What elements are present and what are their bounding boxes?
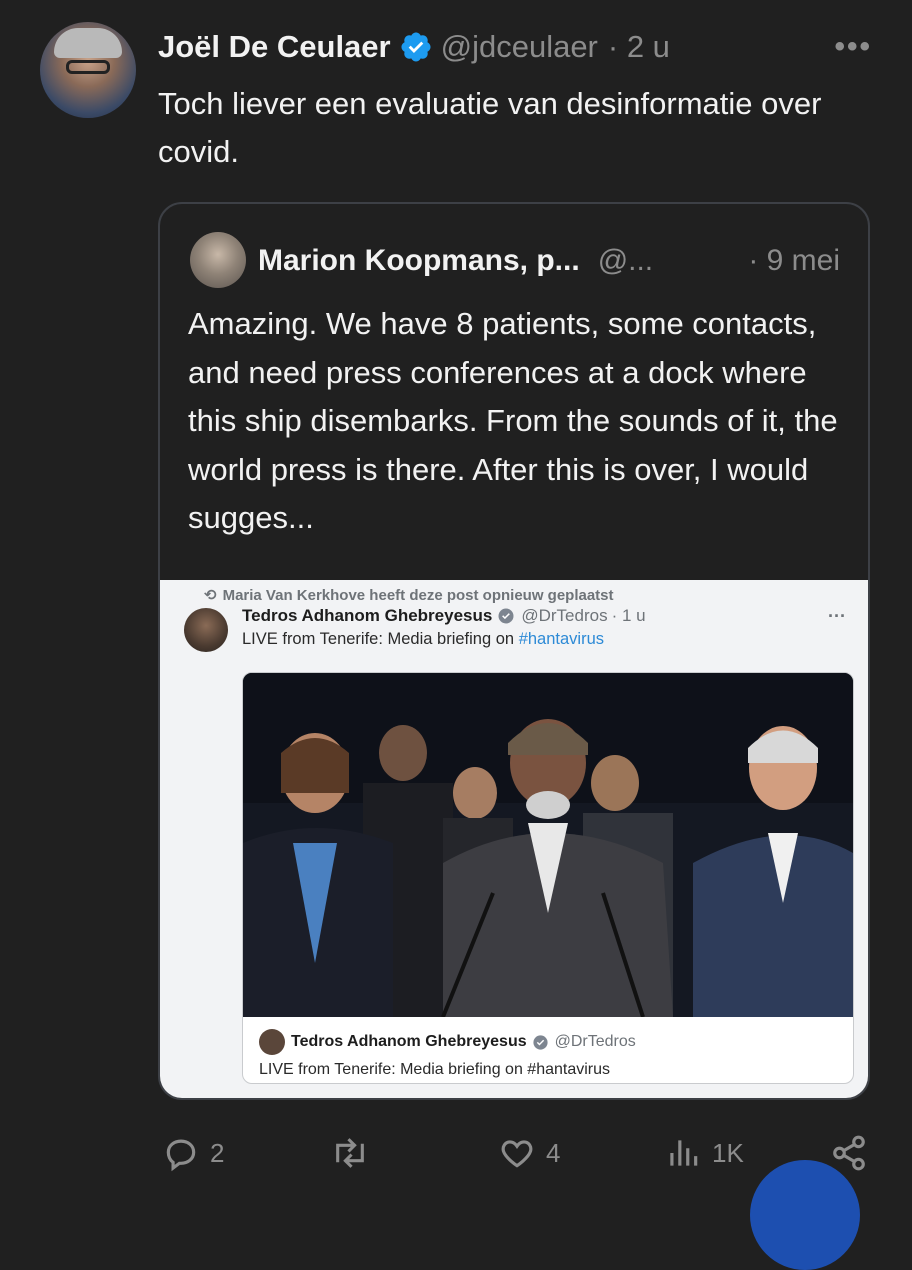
- share-button[interactable]: [830, 1134, 878, 1172]
- link-card-header: Tedros Adhanom Ghebreyesus @DrTedros: [259, 1029, 636, 1055]
- analytics-icon: [670, 1140, 698, 1166]
- embedded-screenshot[interactable]: ⟲ Maria Van Kerkhove heeft deze post opni…: [160, 580, 868, 1098]
- tweet-header: Joël De Ceulaer @jdceulaer · 2 u: [158, 22, 882, 72]
- tweet-text: Toch liever een evaluatie van desinforma…: [158, 86, 822, 169]
- link-card-handle: @DrTedros: [554, 1033, 636, 1050]
- quoted-text: Amazing. We have 8 patients, some contac…: [188, 306, 838, 535]
- avatar-hair: [54, 28, 122, 58]
- author-name[interactable]: Joël De Ceulaer: [158, 29, 391, 65]
- repost-button[interactable]: [330, 1134, 380, 1172]
- reply-button[interactable]: 2: [162, 1134, 224, 1172]
- press-briefing-photo: [243, 673, 853, 1017]
- repost-line-text: Maria Van Kerkhove heeft deze post opnie…: [222, 587, 614, 604]
- repost-icon: [336, 1138, 364, 1168]
- link-card-text: LIVE from Tenerife: Media briefing on #h…: [259, 1061, 611, 1078]
- embedded-avatar: [184, 608, 228, 652]
- repost-small-icon: ⟲: [204, 587, 217, 604]
- views-button[interactable]: 1K: [664, 1134, 744, 1172]
- embedded-text-prefix: LIVE from Tenerife: Media briefing on: [242, 630, 519, 648]
- heart-icon: [501, 1140, 533, 1168]
- embedded-time: · 1 u: [611, 606, 646, 625]
- embedded-link-card: Tedros Adhanom Ghebreyesus @DrTedros LIV…: [242, 672, 854, 1084]
- embedded-verified-icon: [498, 608, 514, 624]
- view-count: 1K: [712, 1137, 744, 1168]
- more-horizontal-icon[interactable]: •••: [834, 30, 872, 64]
- author-avatar[interactable]: [40, 22, 136, 118]
- embedded-header: Tedros Adhanom Ghebreyesus @DrTedros · 1…: [242, 606, 646, 626]
- embedded-text: LIVE from Tenerife: Media briefing on #h…: [242, 630, 604, 649]
- link-card-verified-icon: [533, 1034, 548, 1050]
- quoted-header: Marion Koopmans, p... @... · 9 mei: [258, 238, 840, 284]
- tweet-time[interactable]: · 2 u: [608, 29, 670, 65]
- quoted-author-name: Marion Koopmans, p...: [258, 244, 580, 277]
- link-card-name: Tedros Adhanom Ghebreyesus: [291, 1033, 527, 1050]
- link-card-avatar: [259, 1029, 285, 1055]
- like-button[interactable]: 4: [498, 1134, 560, 1172]
- quoted-author-avatar: [190, 232, 246, 288]
- quoted-tweet-card[interactable]: Marion Koopmans, p... @... · 9 mei Amazi…: [158, 202, 870, 1100]
- author-handle[interactable]: @jdceulaer: [441, 29, 598, 65]
- verified-badge-icon: [401, 32, 431, 62]
- reply-count: 2: [210, 1137, 225, 1168]
- quoted-author-handle: @...: [597, 244, 654, 277]
- embedded-more-icon: ···: [828, 606, 846, 626]
- embedded-name: Tedros Adhanom Ghebreyesus: [242, 606, 493, 625]
- embedded-hashtag: #hantavirus: [518, 630, 604, 648]
- repost-line: ⟲ Maria Van Kerkhove heeft deze post opni…: [204, 586, 614, 604]
- avatar-glasses: [66, 60, 110, 74]
- like-count: 4: [546, 1137, 561, 1168]
- share-icon: [833, 1135, 865, 1171]
- reply-icon: [166, 1139, 196, 1172]
- quoted-date: · 9 mei: [748, 244, 840, 277]
- embedded-handle: @DrTedros: [521, 606, 608, 625]
- compose-fab-button[interactable]: [750, 1160, 860, 1270]
